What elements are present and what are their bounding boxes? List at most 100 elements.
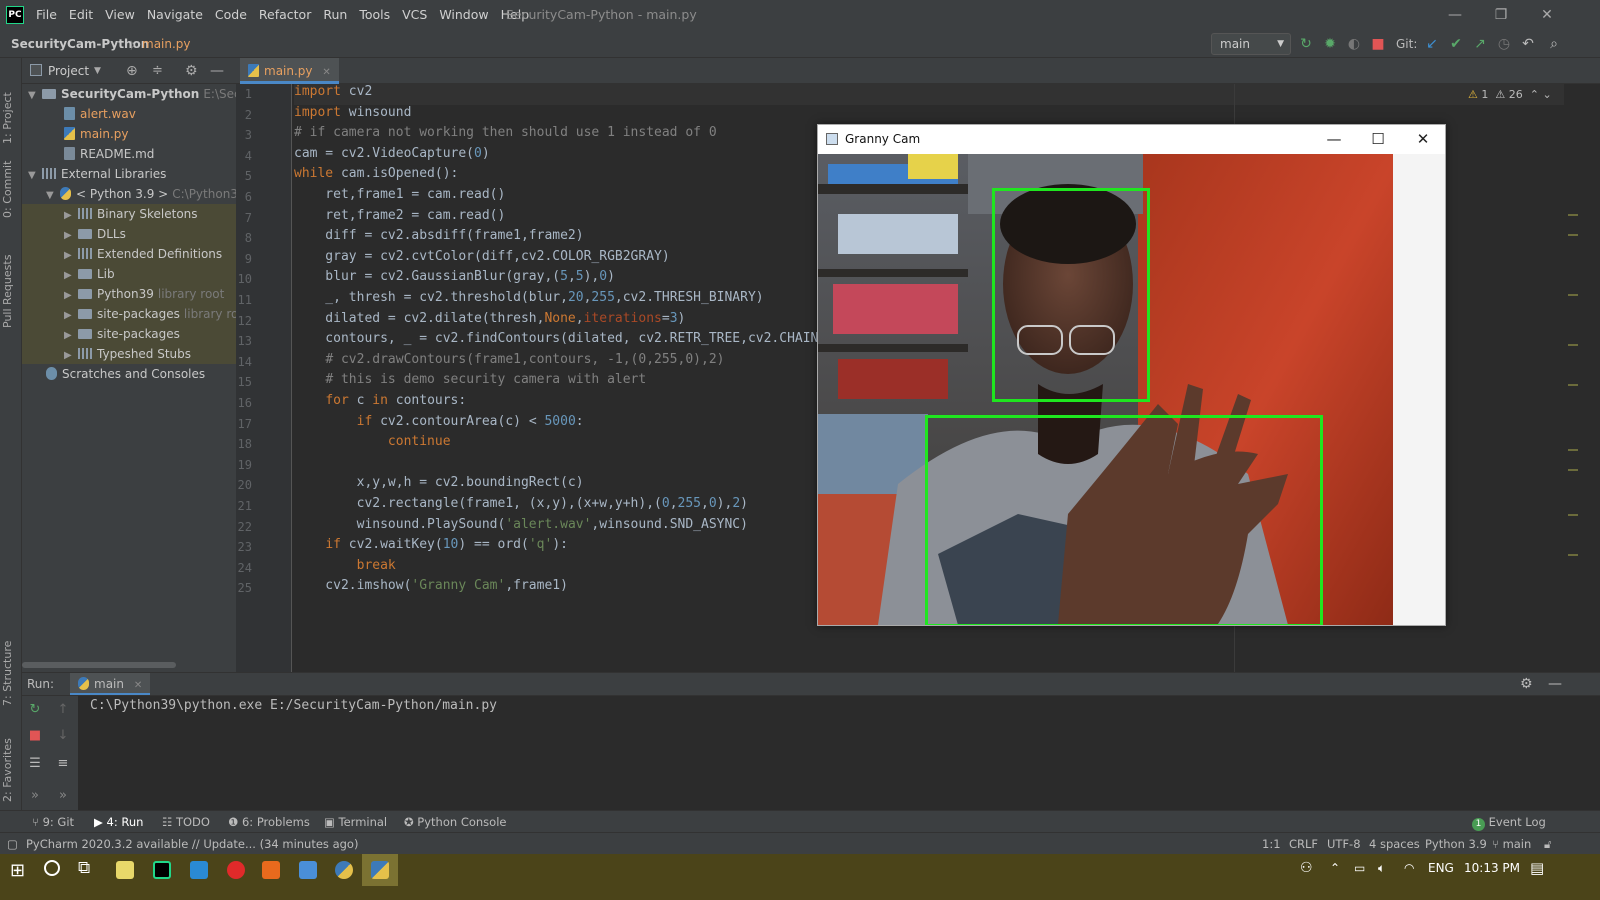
branch-selector[interactable]: main ▼ — [1211, 33, 1291, 55]
tree-item-alert-wav[interactable]: alert.wav — [22, 104, 236, 124]
gear-icon[interactable]: ⚙ — [185, 58, 198, 84]
cam-close-button[interactable]: ✕ — [1401, 125, 1445, 154]
tree-item-python39[interactable]: ▶ Python39 library root — [22, 284, 236, 304]
tab-main-py[interactable]: main.py ✕ — [240, 58, 339, 84]
horizontal-scrollbar[interactable] — [22, 662, 176, 668]
lock-icon[interactable]: 🔓︎ — [1544, 833, 1551, 855]
menu-navigate[interactable]: Navigate — [141, 0, 209, 30]
restore-window-button[interactable]: ❐ — [1478, 0, 1524, 30]
tree-item-dlls[interactable]: ▶ DLLs — [22, 224, 236, 244]
tab-problems[interactable]: ❶ 6: Problems — [228, 811, 310, 833]
code-line[interactable]: cv2.imshow('Granny Cam',frame1) — [294, 578, 568, 599]
tree-item-external-libraries[interactable]: ▼ External Libraries — [22, 164, 236, 184]
menu-run[interactable]: Run — [317, 0, 353, 30]
taskbar-pycharm-app[interactable] — [144, 854, 180, 886]
tab-pull-requests[interactable]: Pull Requests — [1, 238, 14, 328]
taskbar-keyboard-app[interactable] — [290, 854, 326, 886]
breadcrumb-project[interactable]: SecurityCam-Python — [11, 30, 149, 58]
error-stripe-marker[interactable] — [1568, 469, 1578, 471]
code-line[interactable]: # if camera not working then should use … — [294, 125, 717, 146]
taskbar-vscode-app[interactable] — [181, 854, 217, 886]
more-icon[interactable]: » — [25, 786, 45, 806]
gear-icon[interactable]: ⚙ — [1520, 673, 1533, 695]
rollback-icon[interactable]: ↶ — [1518, 34, 1538, 54]
inspection-widget[interactable]: ⚠ 1 ⚠ 26 ⌃ ⌄ — [1468, 88, 1552, 101]
code-line[interactable]: import winsound — [294, 105, 411, 126]
tree-item-site-packages-root[interactable]: ▶ site-packages library root — [22, 304, 250, 324]
code-line[interactable]: x,y,w,h = cv2.boundingRect(c) — [294, 475, 584, 496]
code-line[interactable]: for c in contours: — [294, 393, 466, 414]
stop-icon[interactable]: ■ — [1368, 34, 1388, 54]
status-toggle-icon[interactable]: ▢ — [7, 833, 18, 855]
tree-item-extended-definitions[interactable]: ▶ Extended Definitions — [22, 244, 236, 264]
error-stripe-marker[interactable] — [1568, 234, 1578, 236]
menu-edit[interactable]: Edit — [63, 0, 99, 30]
status-message[interactable]: PyCharm 2020.3.2 available // Update... … — [26, 833, 358, 855]
error-stripe-marker[interactable] — [1568, 214, 1578, 216]
tree-item-binary-skeletons[interactable]: ▶ Binary Skeletons — [22, 204, 236, 224]
notifications-icon[interactable]: ▤ — [1530, 854, 1544, 882]
search-icon[interactable] — [44, 860, 60, 876]
history-icon[interactable]: ◷ — [1494, 34, 1514, 54]
chevron-down-icon[interactable]: ▼ — [94, 58, 101, 84]
code-line[interactable]: import cv2 — [294, 84, 372, 105]
cam-maximize-button[interactable]: ☐ — [1356, 125, 1400, 154]
tree-item-scratches[interactable]: Scratches and Consoles — [22, 364, 236, 384]
battery-icon[interactable]: ▭ — [1354, 854, 1365, 882]
code-line[interactable]: break — [294, 558, 396, 579]
tab-python-console[interactable]: ✪ Python Console — [404, 811, 506, 833]
soft-wrap-icon[interactable]: ≡ — [53, 754, 73, 774]
people-icon[interactable]: ⚇ — [1300, 854, 1313, 882]
arrow-down-icon[interactable]: ↓ — [53, 726, 73, 746]
menu-tools[interactable]: Tools — [353, 0, 396, 30]
volume-icon[interactable]: 🔈︎ — [1378, 854, 1385, 882]
more-icon[interactable]: » — [53, 786, 73, 806]
code-line[interactable]: _, thresh = cv2.threshold(blur,20,255,cv… — [294, 290, 763, 311]
taskbar-notepad-app[interactable] — [107, 854, 143, 886]
code-line[interactable]: blur = cv2.GaussianBlur(gray,(5,5),0) — [294, 269, 615, 290]
tree-item-main-py[interactable]: main.py — [22, 124, 236, 144]
wifi-icon[interactable]: ◠ — [1404, 854, 1414, 882]
tab-terminal[interactable]: ▣ Terminal — [324, 811, 387, 833]
menu-code[interactable]: Code — [209, 0, 253, 30]
code-line[interactable]: dilated = cv2.dilate(thresh,None,iterati… — [294, 311, 685, 332]
tab-git[interactable]: ⑂ 9: Git — [32, 811, 74, 833]
taskbar-granny-cam-app[interactable] — [362, 854, 398, 886]
code-line[interactable]: # cv2.drawContours(frame1,contours, -1,(… — [294, 352, 724, 373]
tab-structure[interactable]: 7: Structure — [1, 630, 14, 706]
error-stripe-marker[interactable] — [1568, 344, 1578, 346]
tree-item-site-packages[interactable]: ▶ site-packages — [22, 324, 236, 344]
chevron-up-icon[interactable]: ⌃ — [1530, 88, 1539, 101]
menu-refactor[interactable]: Refactor — [253, 0, 317, 30]
coverage-icon[interactable]: ◐ — [1344, 34, 1364, 54]
taskbar-python-app[interactable] — [326, 854, 362, 886]
code-line[interactable]: ret,frame1 = cam.read() — [294, 187, 505, 208]
hide-panel-icon[interactable]: — — [210, 58, 224, 84]
taskbar-sublime-app[interactable] — [253, 854, 289, 886]
task-view-icon[interactable]: ⧉ — [78, 858, 90, 878]
menu-window[interactable]: Window — [433, 0, 494, 30]
python-interpreter[interactable]: Python 3.9 — [1425, 833, 1487, 855]
run-config-tab[interactable]: main ✕ — [70, 673, 151, 695]
indent-setting[interactable]: 4 spaces — [1369, 833, 1420, 855]
git-update-icon[interactable]: ↙ — [1422, 34, 1442, 54]
tab-project[interactable]: 1: Project — [1, 64, 14, 144]
code-line[interactable]: if cv2.contourArea(c) < 5000: — [294, 414, 584, 435]
tab-run[interactable]: ▶ 4: Run — [94, 811, 143, 833]
error-stripe-marker[interactable] — [1568, 384, 1578, 386]
clock[interactable]: 10:13 PM — [1464, 854, 1520, 882]
debug-icon[interactable]: ✹ — [1320, 34, 1340, 54]
windows-start-icon[interactable]: ⊞ — [10, 860, 25, 881]
chevron-down-icon[interactable]: ⌄ — [1542, 88, 1551, 101]
error-stripe-marker[interactable] — [1568, 449, 1578, 451]
tree-item-typeshed-stubs[interactable]: ▶ Typeshed Stubs — [22, 344, 236, 364]
code-line[interactable]: cv2.rectangle(frame1, (x,y),(x+w,y+h),(0… — [294, 496, 748, 517]
project-panel-title[interactable]: Project — [48, 58, 89, 84]
chevron-up-icon[interactable]: ⌃ — [1330, 854, 1340, 882]
run-output[interactable]: C:\Python39\python.exe E:/SecurityCam-Py… — [22, 696, 1600, 810]
cam-minimize-button[interactable]: — — [1312, 125, 1356, 154]
stop-icon[interactable]: ■ — [25, 726, 45, 746]
rerun-icon[interactable]: ↻ — [25, 700, 45, 720]
close-tab-icon[interactable]: ✕ — [134, 680, 142, 691]
input-language[interactable]: ENG — [1428, 854, 1454, 882]
